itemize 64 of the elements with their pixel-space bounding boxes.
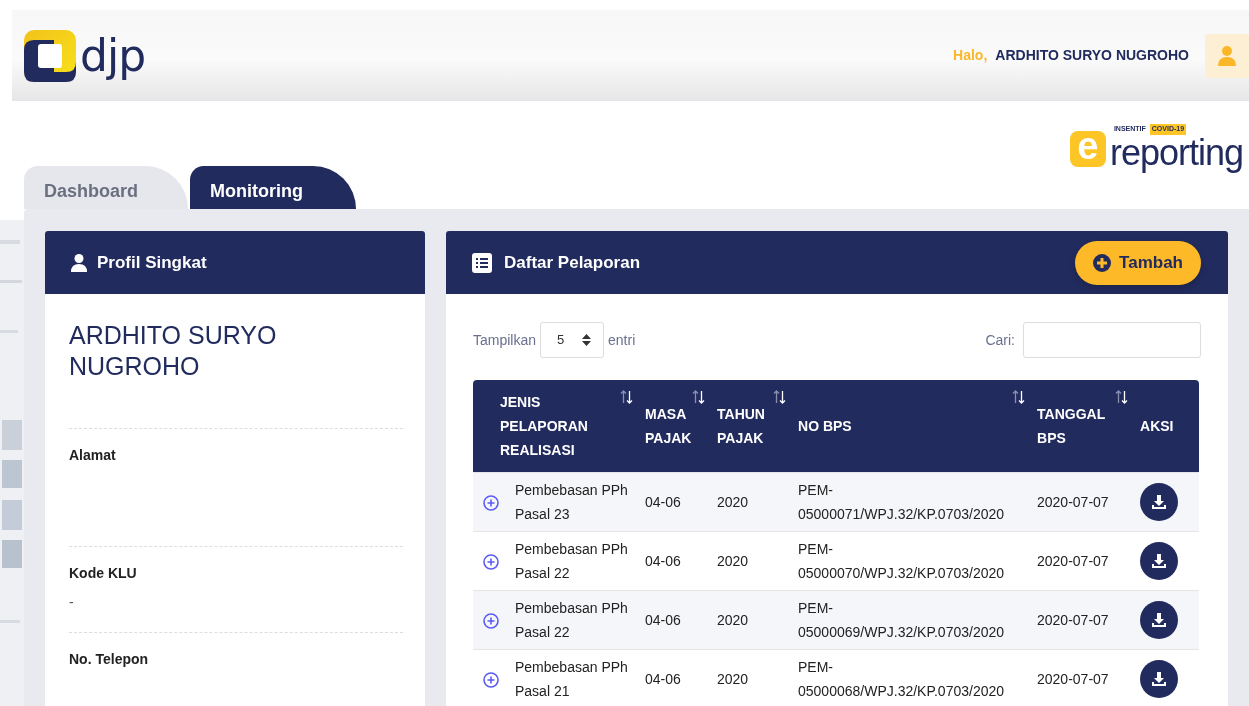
sort-icon[interactable] <box>1012 390 1025 404</box>
show-label: Tampilkan <box>473 330 537 350</box>
profile-name: ARDHITO SURYO NUGROHO <box>69 320 278 383</box>
sort-icon[interactable] <box>692 390 705 404</box>
user-icon <box>1218 45 1236 66</box>
field-label: No. Telepon <box>69 650 150 669</box>
user-icon <box>71 253 87 272</box>
entries-label: entri <box>608 330 636 350</box>
sort-icon[interactable] <box>620 390 633 404</box>
page-size-select[interactable]: 5 <box>540 322 605 358</box>
sort-icon[interactable] <box>1115 390 1128 404</box>
field-label: Kode KLU <box>69 564 138 583</box>
greeting-text: Halo, <box>953 46 988 65</box>
tab[interactable]: Monitoring <box>190 166 356 209</box>
logo-text: djp <box>80 33 146 78</box>
table-cell: Pembebasan PPh Pasal 22 <box>509 590 639 650</box>
table-cell: 04-06 <box>639 649 711 706</box>
download-icon <box>1151 671 1167 687</box>
download-icon <box>1151 612 1167 628</box>
field-value: - <box>69 593 75 612</box>
table-cell: 2020 <box>711 649 792 706</box>
column-header[interactable]: MASA PAJAK <box>639 380 711 473</box>
table-cell: 04-06 <box>639 590 711 650</box>
table-cell: 2020-07-07 <box>1031 472 1134 532</box>
expand-icon[interactable] <box>483 554 499 571</box>
add-button[interactable]: Tambah <box>1075 240 1201 285</box>
download-button[interactable] <box>1140 542 1178 580</box>
table-cell: PEM-05000069/WPJ.32/KP.0703/2020 <box>792 590 1031 650</box>
column-header: AKSI <box>1134 380 1199 473</box>
user-name: ARDHITO SURYO NUGROHO <box>995 46 1189 65</box>
expand-icon[interactable] <box>483 672 499 689</box>
table-cell: 2020-07-07 <box>1031 590 1134 650</box>
brand-logo-mark: e <box>1069 130 1106 167</box>
search-field[interactable] <box>1023 322 1201 358</box>
table-cell: Pembebasan PPh Pasal 21 <box>509 649 639 706</box>
column-header[interactable]: TANGGAL BPS <box>1031 380 1134 473</box>
download-button[interactable] <box>1140 483 1178 521</box>
download-icon <box>1151 553 1167 569</box>
expand-icon[interactable] <box>483 495 499 512</box>
column-header[interactable]: TAHUN PAJAK <box>711 380 792 473</box>
plus-icon <box>1093 253 1112 272</box>
list-icon <box>472 252 492 273</box>
tab[interactable]: Dashboard <box>24 166 188 209</box>
table-cell: 04-06 <box>639 472 711 532</box>
column-header[interactable]: NO BPS <box>792 380 1031 473</box>
search-label: Cari: <box>985 330 1015 350</box>
table-cell: 2020 <box>711 472 792 532</box>
download-button[interactable] <box>1140 601 1178 639</box>
table-cell: PEM-05000071/WPJ.32/KP.0703/2020 <box>792 472 1031 532</box>
download-icon <box>1151 494 1167 510</box>
sort-icon[interactable] <box>773 390 786 404</box>
download-button[interactable] <box>1140 660 1178 698</box>
brand-name: reporting <box>1109 134 1243 171</box>
card-title: Profil Singkat <box>97 251 207 274</box>
column-header[interactable]: JENIS PELAPORAN REALISASI <box>473 380 639 473</box>
table-cell: PEM-05000068/WPJ.32/KP.0703/2020 <box>792 649 1031 706</box>
card-title: Daftar Pelaporan <box>504 251 641 274</box>
field-label: Alamat <box>69 446 117 465</box>
logo-icon <box>24 29 76 82</box>
table-cell: 2020 <box>711 590 792 650</box>
expand-icon[interactable] <box>483 613 499 630</box>
table-cell: Pembebasan PPh Pasal 23 <box>509 472 639 532</box>
caret-icon <box>582 334 592 346</box>
table-cell: 2020-07-07 <box>1031 649 1134 706</box>
